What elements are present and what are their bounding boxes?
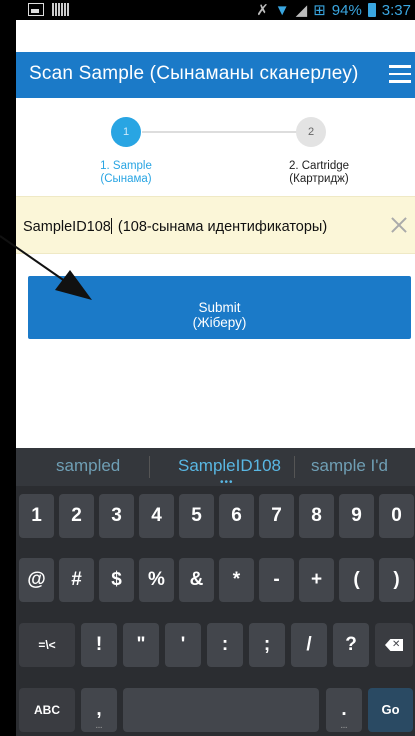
app-bar: Scan Sample (Сынаманы сканерлеу) [16,52,415,98]
step-connector [142,131,312,133]
space-key[interactable] [123,688,319,732]
key-5[interactable]: 5 [179,494,214,538]
key-8[interactable]: 8 [299,494,334,538]
symbol-key[interactable]: @ [19,558,54,602]
more-symbols-key[interactable]: =\< [19,623,75,667]
stepper: 1 2 1. Sample (Сынама) 2. Cartridge (Кар… [16,98,415,196]
more-suggestions-icon[interactable]: ••• [220,478,234,488]
soft-keyboard: sampled SampleID108 sample I'd ••• ABC ,… [16,448,415,736]
symbol-key[interactable]: " [123,623,159,667]
screen: ✗ ▼ ◢ ⊞ 94% 3:37 Scan Sample (Сынаманы с… [16,0,415,736]
symbol-key[interactable]: ! [81,623,117,667]
symbol-key[interactable]: ; [249,623,285,667]
symbol-key[interactable]: ' [165,623,201,667]
clock: 3:37 [381,1,411,19]
symbol-key[interactable]: & [179,558,214,602]
hamburger-menu-icon[interactable] [389,65,411,83]
suggestion-divider [294,456,295,478]
key-1[interactable]: 1 [19,494,54,538]
step-1-label: 1. Sample (Сынама) [76,160,176,186]
network-icon: ⊞ [313,2,326,19]
step-2-circle: 2 [296,117,326,147]
symbol-key[interactable]: ) [379,558,414,602]
suggestion-bar: sampled SampleID108 sample I'd ••• [16,448,415,488]
step-1-circle: 1 [111,117,141,147]
symbol-key[interactable]: ( [339,558,374,602]
step-1-label-line2: (Сынама) [100,173,152,185]
submit-label-line1: Submit [198,300,241,315]
period-key[interactable]: .… [326,688,362,732]
backspace-key[interactable]: ✕ [375,623,413,667]
battery-icon [367,3,376,17]
key-7[interactable]: 7 [259,494,294,538]
symbol-key[interactable]: + [299,558,334,602]
sample-id-hint: (108-сынама идентификаторы) [117,219,328,235]
clear-icon[interactable] [389,215,409,235]
step-2-label: 2. Cartridge (Картридж) [269,160,369,186]
submit-button[interactable]: Submit (Жіберу) [28,276,411,339]
step-2-label-line2: (Картридж) [289,173,349,185]
suggestion-item[interactable]: sample I'd [311,456,388,476]
symbol-key[interactable]: / [291,623,327,667]
comma-key[interactable]: ,… [81,688,117,732]
key-3[interactable]: 3 [99,494,134,538]
device-bezel [0,0,16,736]
text-cursor [110,218,112,234]
device-frame: ✗ ▼ ◢ ⊞ 94% 3:37 Scan Sample (Сынаманы с… [0,0,415,736]
sample-id-field[interactable]: SampleID108 (108-сынама идентификаторы) [16,196,415,254]
page-title: Scan Sample (Сынаманы сканерлеу) [29,63,359,84]
symbol-key[interactable]: $ [99,558,134,602]
mute-icon: ✗ [256,2,269,19]
symbol-key[interactable]: - [259,558,294,602]
suggestion-item[interactable]: sampled [56,456,120,476]
go-key[interactable]: Go [368,688,413,732]
suggestion-divider [149,456,150,478]
step-1-label-line1: 1. Sample [100,160,152,172]
suggestion-item-selected[interactable]: SampleID108 [178,456,281,476]
key-4[interactable]: 4 [139,494,174,538]
gallery-notification-icon [28,3,44,16]
sample-id-value[interactable]: SampleID108 [23,219,111,235]
signal-icon: ◢ [295,2,308,19]
battery-percent: 94% [331,1,362,19]
wifi-icon: ▼ [274,1,290,19]
key-9[interactable]: 9 [339,494,374,538]
symbol-key[interactable]: ? [333,623,369,667]
submit-label-line2: (Жіберу) [192,315,247,330]
barcode-notification-icon [52,3,70,16]
symbol-key[interactable]: # [59,558,94,602]
abc-key[interactable]: ABC [19,688,75,732]
step-2-label-line1: 2. Cartridge [288,160,350,172]
symbol-key[interactable]: * [219,558,254,602]
symbol-key[interactable]: % [139,558,174,602]
key-0[interactable]: 0 [379,494,414,538]
key-6[interactable]: 6 [219,494,254,538]
status-bar: ✗ ▼ ◢ ⊞ 94% 3:37 [16,0,415,20]
symbol-key[interactable]: : [207,623,243,667]
key-2[interactable]: 2 [59,494,94,538]
